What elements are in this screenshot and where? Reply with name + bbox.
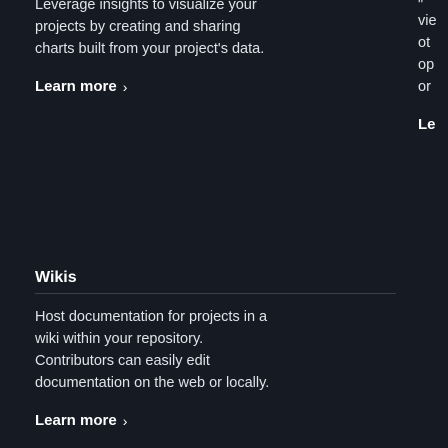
insights-line-3: charts built from your project's data. — [35, 41, 265, 57]
wikis-card-header: Wikis — [0, 255, 396, 300]
wikis-learn-more-link[interactable]: Learn more › — [35, 412, 127, 429]
wikis-line-1: Host documentation for projects in a — [35, 309, 268, 325]
quote-mark: " — [418, 0, 424, 13]
wikis-line-2: wiki within your repository. — [35, 331, 204, 347]
insights-description: Leverage insights to visualize your proj… — [35, 0, 396, 60]
wikis-title: Wikis — [35, 268, 77, 286]
wikis-card: Wikis Host documentation for projects in… — [0, 255, 396, 448]
header-divider — [35, 261, 396, 294]
fragment-4: or — [418, 79, 431, 95]
fragment-2: ot — [418, 35, 431, 51]
wikis-description: Host documentation for projects in a wik… — [35, 306, 396, 394]
fragment-1: vie — [418, 13, 437, 29]
chevron-right-icon: › — [122, 412, 128, 429]
insights-learn-more-link[interactable]: Learn more › — [35, 78, 127, 95]
chevron-right-icon: › — [122, 78, 128, 95]
insights-line-1: Leverage insights to visualize your — [35, 0, 257, 13]
fragment-learn[interactable]: Le — [418, 114, 448, 136]
insights-line-2: projects by creating and sharing — [35, 19, 241, 35]
insights-card: Leverage insights to visualize your proj… — [0, 0, 396, 255]
wikis-line-3: Contributors can easily edit — [35, 353, 210, 369]
adjacent-card-fragment: " vie ot op or Le — [418, 0, 448, 448]
learn-more-label: Learn more — [35, 412, 117, 429]
fragment-3: op — [418, 57, 435, 73]
learn-more-label: Learn more — [35, 78, 117, 95]
wikis-line-4: documentation on the web or locally. — [35, 375, 270, 391]
